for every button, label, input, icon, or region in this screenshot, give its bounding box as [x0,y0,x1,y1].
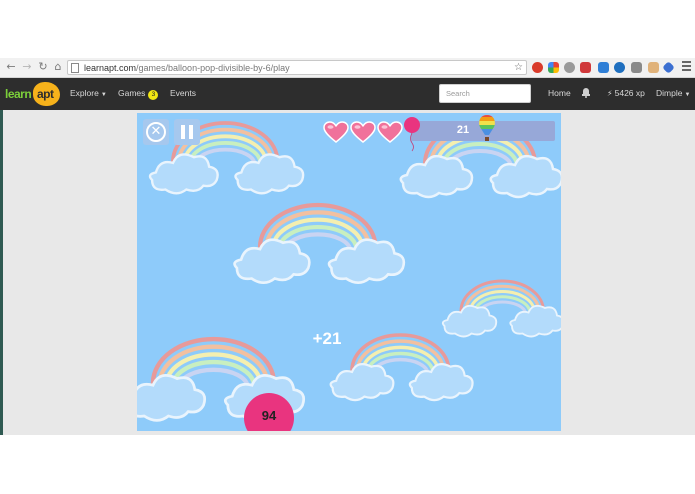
extension-icon-circle[interactable] [614,62,625,73]
nav-events[interactable]: Events [170,88,196,98]
heart-icon [377,121,403,143]
nav-home-label: Home [548,88,571,98]
pause-icon-bar [189,125,193,139]
nav-explore-label: Explore [70,88,99,98]
nav-games[interactable]: Games 3 [118,88,159,100]
nav-events-label: Events [170,88,196,98]
bell-icon[interactable] [582,87,590,99]
home-icon[interactable]: ⌂ [51,60,65,74]
xp-indicator[interactable]: ⚡ 5426 xp [607,88,645,98]
back-arrow-icon[interactable]: ← [4,60,18,74]
games-count-badge: 3 [148,90,159,100]
lightning-icon: ⚡ [607,89,613,98]
nav-home[interactable]: Home [548,88,571,98]
close-game-button[interactable]: ✕ [143,119,169,145]
hot-air-balloon-icon [479,115,495,141]
balloon-number: 94 [261,408,277,423]
lives-indicator [323,121,405,143]
extension-icon-gray[interactable] [564,62,575,73]
points-popup: +21 [312,329,342,348]
extension-icon-dark[interactable] [631,62,642,73]
balloon-icon [404,117,420,152]
pause-icon [181,125,185,139]
address-bar[interactable]: learnapt.com/games/balloon-pop-divisible… [67,60,527,75]
url-text: learnapt.com/games/balloon-pop-divisible… [84,62,290,74]
user-label: Dimple [656,88,683,98]
pause-button[interactable] [174,119,200,145]
extension-icon-tan[interactable] [648,62,659,73]
nav-games-label: Games [118,88,146,98]
user-menu[interactable]: Dimple ▼ [656,88,690,98]
close-icon: ✕ [150,124,162,139]
reload-icon[interactable]: ↻ [36,60,50,74]
search-input[interactable] [439,84,531,103]
forward-arrow-icon[interactable]: → [20,60,34,74]
extension-icon-blue[interactable] [598,62,609,73]
extension-icon-diamond[interactable] [662,61,675,74]
extension-icon-multicolor[interactable] [548,62,559,73]
logo-text-apt: apt [37,87,54,101]
heart-icon [350,121,376,143]
page-icon [71,63,79,73]
chevron-down-icon: ▼ [100,92,107,98]
screen: ← → ↻ ⌂ learnapt.com/games/balloon-pop-d… [0,0,695,494]
heart-icon [323,121,349,143]
browser-menu-icon[interactable] [682,61,691,73]
star-icon[interactable]: ☆ [514,61,523,74]
rainbow-background [137,121,561,431]
extension-icon-red[interactable] [532,62,543,73]
nav-explore[interactable]: Explore ▼ [70,88,107,98]
chevron-down-icon: ▼ [684,92,691,98]
desktop-edge [0,110,3,435]
site-navbar: learn apt Explore▼ Games3 Events Home ⚡5… [0,78,695,110]
url-path: /games/balloon-pop-divisible-by-6/play [136,63,290,73]
learnapt-logo[interactable]: learn apt [5,82,61,106]
extension-icon-book[interactable] [580,62,591,73]
logo-text-learn: learn [5,87,32,101]
xp-label: 5426 xp [614,88,645,98]
url-host: learnapt.com [84,63,137,73]
game-canvas[interactable]: ✕ 21 +21 94 [137,113,561,431]
browser-toolbar: ← → ↻ ⌂ learnapt.com/games/balloon-pop-d… [0,58,695,78]
